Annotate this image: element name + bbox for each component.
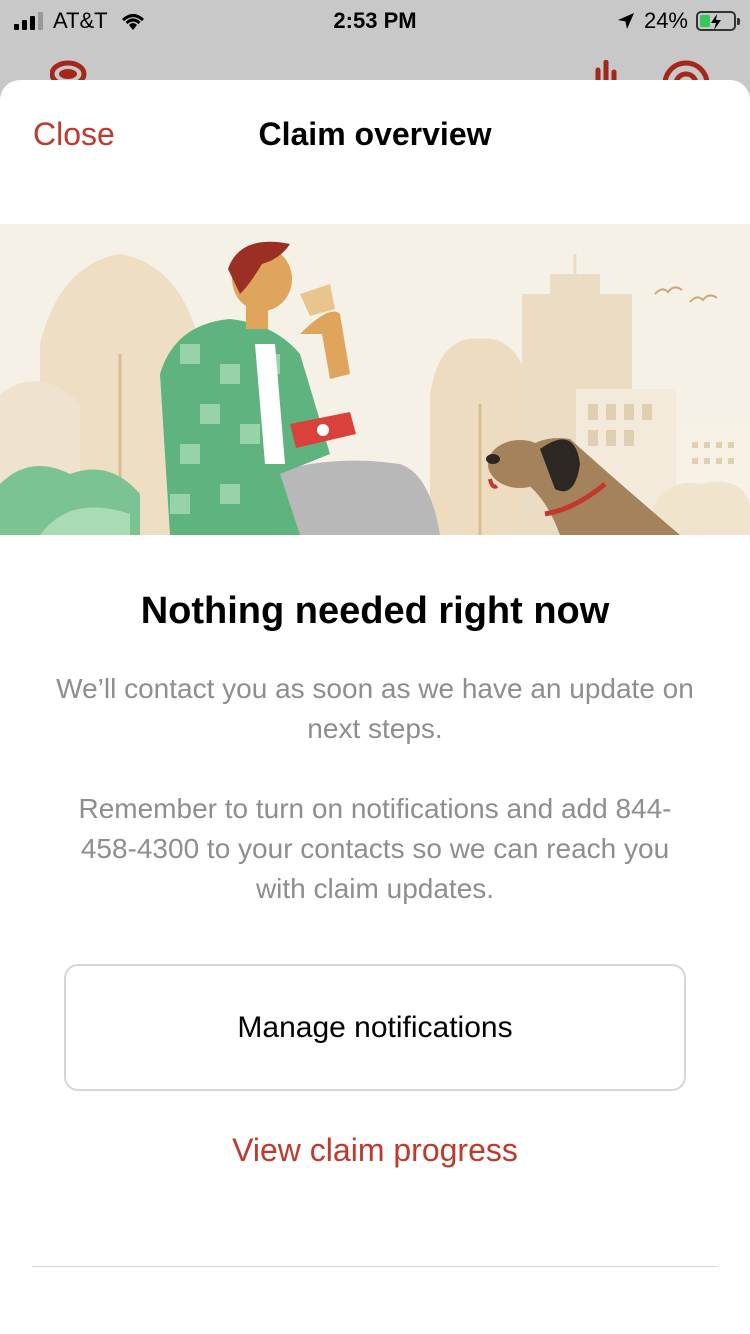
claim-status-content: Nothing needed right now We’ll contact y… (0, 590, 750, 909)
sheet-nav-bar: Close Claim overview (0, 80, 750, 190)
status-right: 24% (616, 8, 740, 34)
hero-illustration (0, 224, 750, 535)
location-arrow-icon (617, 13, 634, 29)
status-heading: Nothing needed right now (140, 590, 610, 632)
battery-icon (696, 11, 740, 31)
person-with-dog-illustration (0, 241, 750, 535)
close-button[interactable]: Close (33, 116, 115, 153)
status-bar: AT&T 2:53 PM 24% (0, 0, 750, 40)
battery-percent: 24% (643, 8, 688, 33)
notifications-reminder: Remember to turn on notifications and ad… (78, 793, 672, 904)
contact-message: We’ll contact you as soon as we have an … (56, 673, 694, 744)
divider (32, 1266, 718, 1267)
claim-overview-sheet: Close Claim overview Nothing needed righ… (0, 80, 750, 1334)
view-claim-progress-link[interactable]: View claim progress (0, 1132, 750, 1169)
manage-notifications-button[interactable]: Manage notifications (64, 964, 686, 1091)
